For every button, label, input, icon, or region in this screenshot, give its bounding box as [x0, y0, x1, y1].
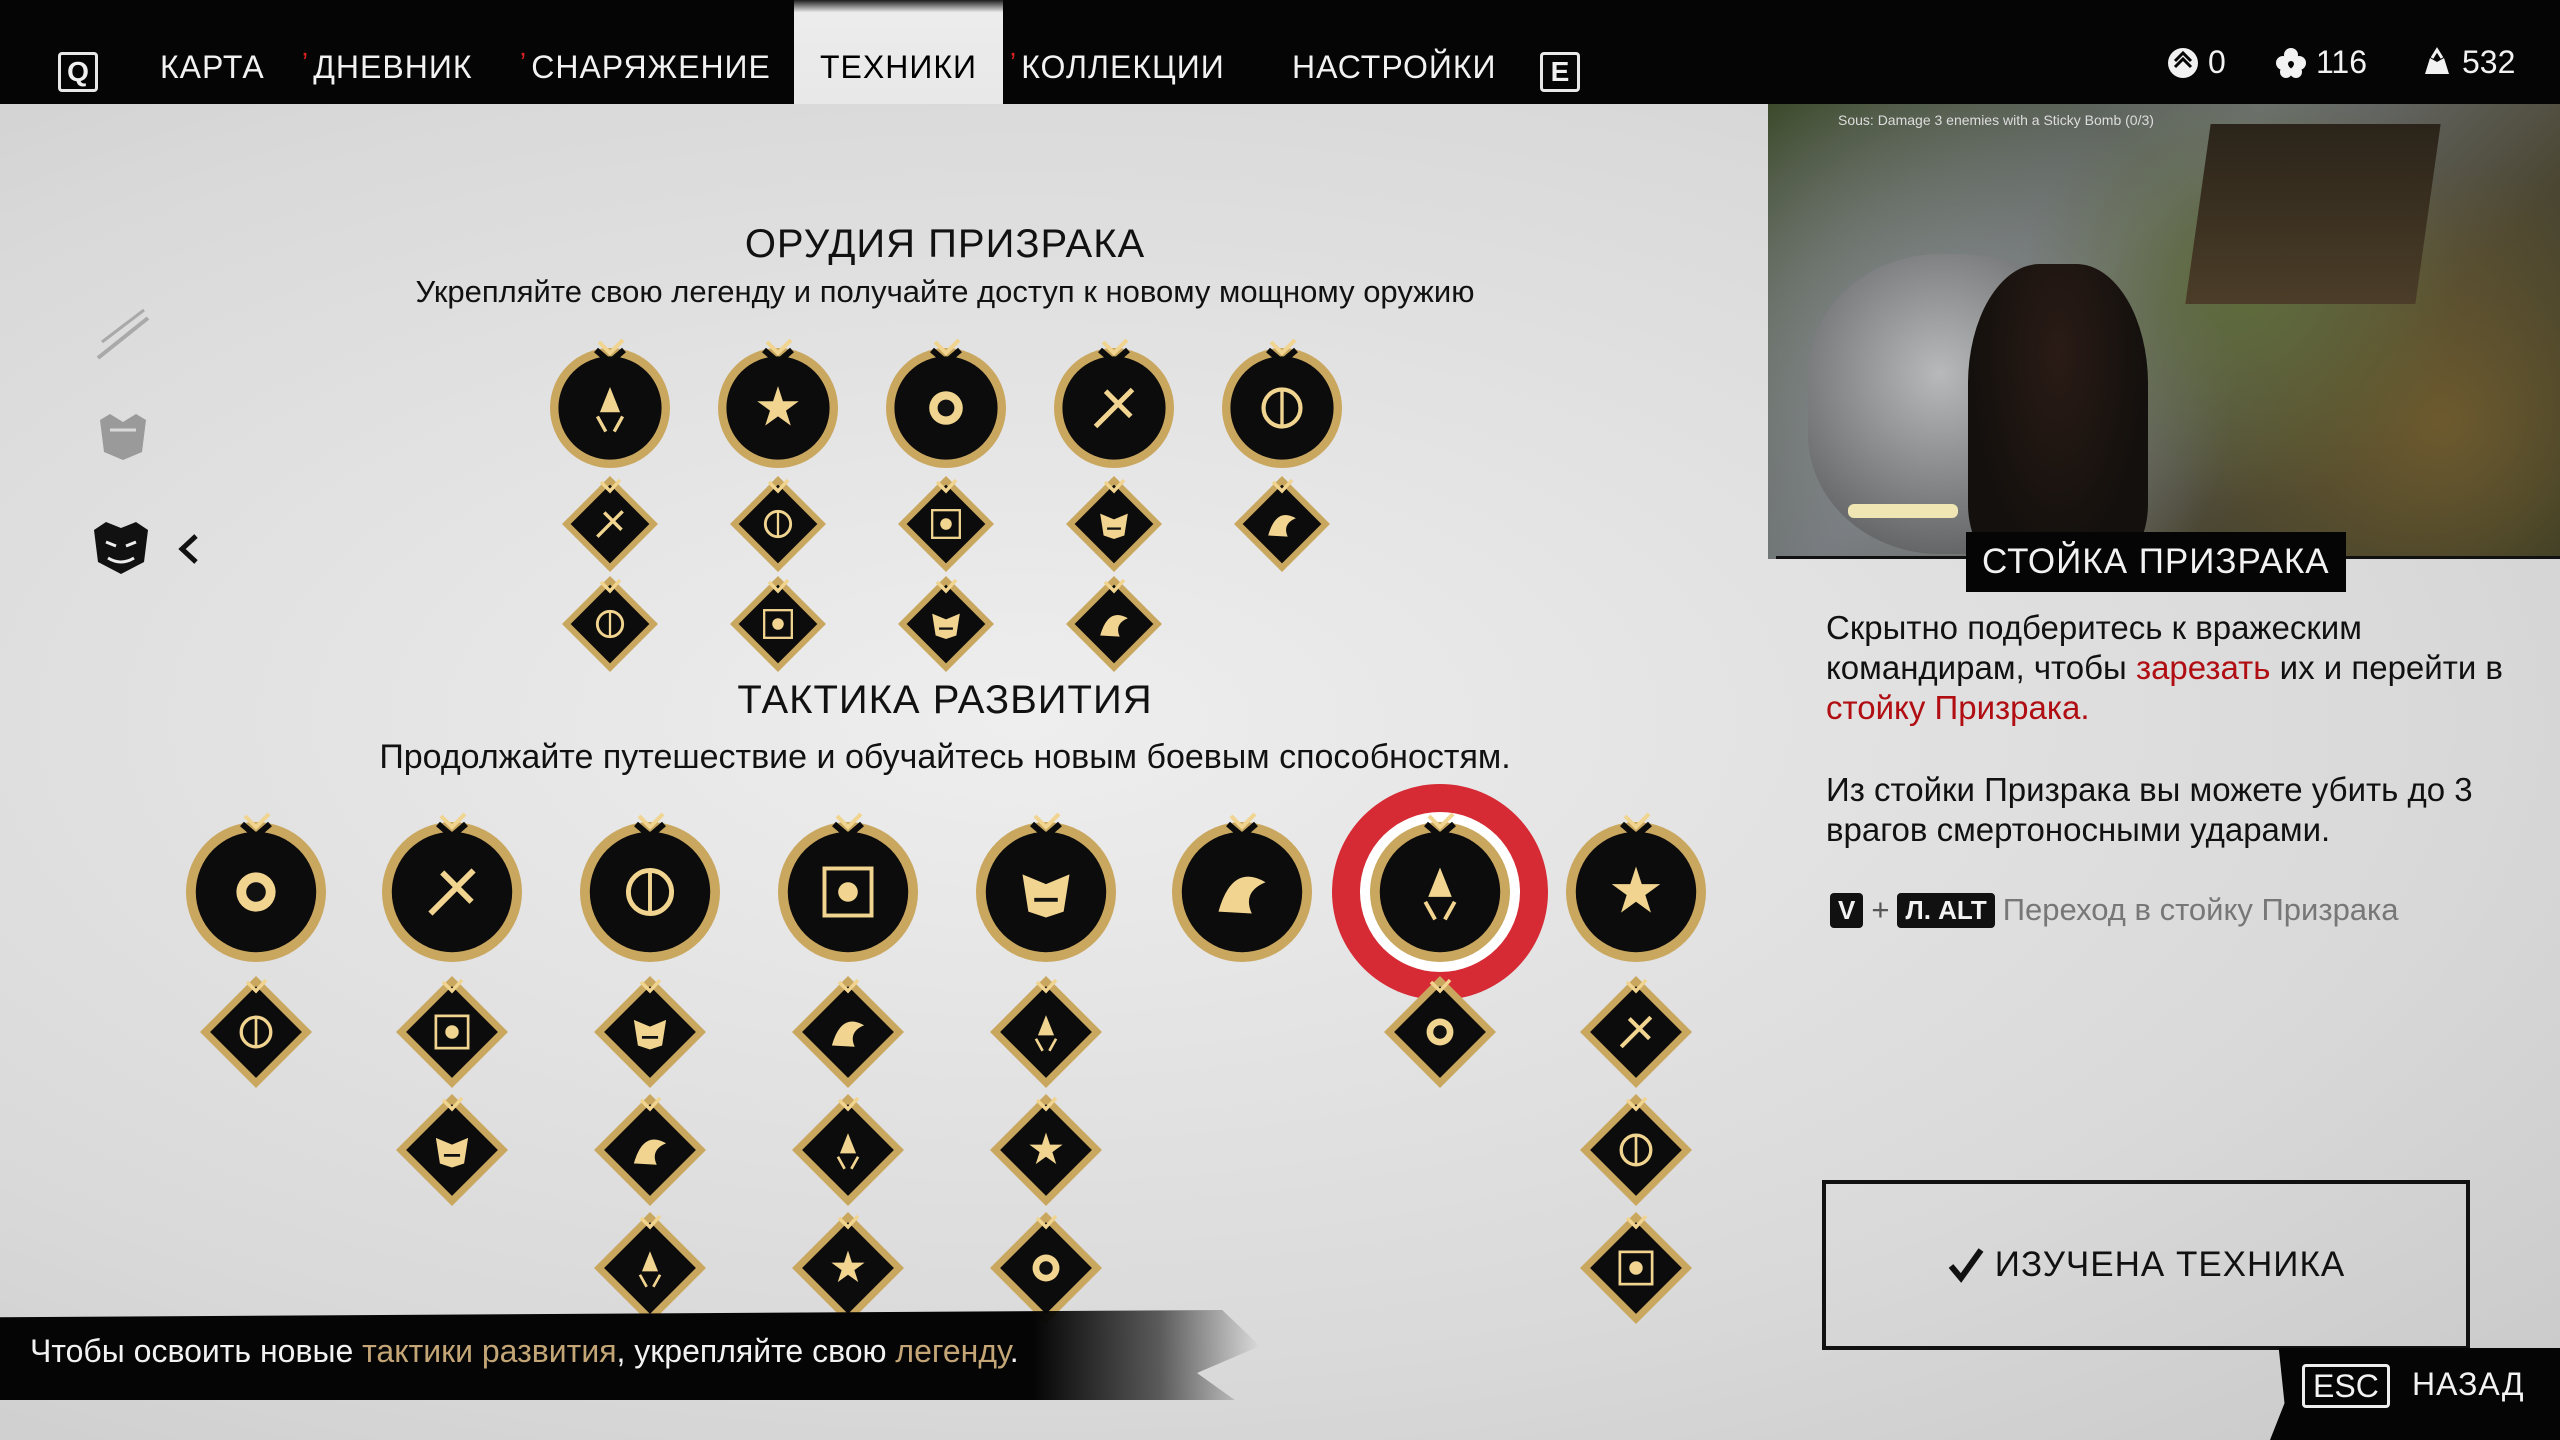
resolve-heal-icon[interactable] — [166, 802, 346, 982]
technique-learned-button[interactable]: ИЗУЧЕНА ТЕХНИКА — [1822, 1180, 2470, 1350]
preview-hut — [2185, 124, 2441, 304]
tab-map[interactable]: КАРТА — [160, 0, 265, 104]
kunai-volley-icon[interactable] — [552, 566, 668, 682]
assassination-icon[interactable] — [758, 802, 938, 982]
learned-label: ИЗУЧЕНА ТЕХНИКА — [1994, 1245, 2346, 1284]
flowers-value: 116 — [2316, 44, 2368, 80]
sonar-icon[interactable] — [980, 966, 1112, 1098]
ghost-stance-upgrade-icon[interactable] — [1374, 966, 1506, 1098]
bow-icon[interactable] — [560, 802, 740, 982]
ghost-tools-title: ОРУДИЯ ПРИЗРАКА — [744, 222, 1146, 266]
sticky-bomb-icon[interactable] — [698, 328, 858, 488]
tab-label: ТЕХНИКИ — [820, 49, 977, 85]
armor-category-icon[interactable] — [88, 400, 158, 470]
black-powder-bomb-icon[interactable] — [1034, 328, 1194, 488]
horse-charge-icon[interactable] — [1570, 1084, 1702, 1216]
desc-text: их и перейти в — [2270, 649, 2503, 686]
new-indicator-icon: ʼ — [1010, 48, 1018, 79]
flower-icon — [2276, 47, 2306, 78]
supplies-value: 532 — [2462, 44, 2516, 80]
horse-mount-icon[interactable] — [1570, 1202, 1702, 1334]
technique-description: Скрытно подберитесь к вражеским командир… — [1826, 608, 2526, 728]
preview-player-figure — [1968, 264, 2148, 559]
double-skull-icon[interactable] — [782, 1084, 914, 1216]
stance-key-hint: V + Л. ALT Переход в стойку Призрака — [1830, 892, 2399, 928]
preview-health-bar — [1848, 504, 1958, 518]
back-button[interactable]: НАЗАД — [2412, 1366, 2525, 1403]
tab-label: КОЛЛЕКЦИИ — [1021, 49, 1225, 85]
smoke-bomb-icon[interactable] — [866, 328, 1026, 488]
powder-bomb-upgrade-icon[interactable] — [1056, 466, 1172, 582]
skill-points-counter: 0 — [2166, 44, 2226, 81]
kunai-upgrade-icon[interactable] — [552, 466, 668, 582]
plus-sign: + — [1871, 892, 1890, 927]
sticky-bomb-upgrade-icon[interactable] — [720, 466, 836, 582]
skill-point-icon — [2168, 47, 2198, 78]
ghost-mask-category-icon[interactable] — [86, 512, 156, 582]
next-tab-key-icon[interactable]: E — [1540, 52, 1580, 92]
listen-ear-icon[interactable] — [956, 802, 1136, 982]
checkmark-icon — [1948, 1248, 1984, 1283]
heal-upgrade-icon[interactable] — [190, 966, 322, 1098]
hint-part: . — [1009, 1333, 1019, 1369]
tab-label: ДНЕВНИК — [313, 49, 473, 85]
tab-label: КАРТА — [160, 49, 265, 85]
tab-label: СНАРЯЖЕНИЕ — [531, 49, 771, 85]
chevron-left-icon — [178, 534, 198, 564]
tab-label: НАСТРОЙКИ — [1292, 49, 1497, 85]
tab-settings[interactable]: НАСТРОЙКИ — [1292, 0, 1497, 104]
supplies-icon — [2425, 46, 2449, 74]
chain-assassination-icon[interactable] — [782, 966, 914, 1098]
tab-journal[interactable]: ʼ ДНЕВНИК — [302, 0, 472, 104]
new-indicator-icon: ʼ — [302, 48, 310, 79]
technique-title: СТОЙКА ПРИЗРАКА — [1966, 532, 2346, 592]
kunai-icon[interactable] — [530, 328, 690, 488]
leap-icon[interactable] — [386, 966, 518, 1098]
hint-part: Чтобы освоить новые — [30, 1333, 363, 1369]
tactics-title: ТАКТИКА РАЗВИТИЯ — [737, 678, 1153, 722]
smoke-bomb-upgrade-icon[interactable] — [888, 466, 1004, 582]
flowers-counter: 116 — [2274, 44, 2367, 81]
esc-key-icon[interactable]: ESC — [2302, 1364, 2390, 1408]
top-nav-bar: Q КАРТА ʼ ДНЕВНИК ʼ СНАРЯЖЕНИЕ ТЕХНИКИ ʼ… — [0, 0, 2560, 104]
tab-collections[interactable]: ʼ КОЛЛЕКЦИИ — [1010, 0, 1225, 104]
hint-highlight: легенду — [895, 1333, 1010, 1369]
horse-upgrade-icon[interactable] — [1570, 966, 1702, 1098]
horse-icon[interactable] — [1546, 802, 1726, 982]
key-v: V — [1830, 892, 1864, 928]
new-indicator-icon: ʼ — [520, 48, 528, 79]
skill-points-value: 0 — [2208, 44, 2226, 80]
sticky-bomb-blast-icon[interactable] — [720, 566, 836, 682]
hint-text: Чтобы освоить новые тактики развития, ук… — [30, 1333, 1019, 1370]
tab-equipment[interactable]: ʼ СНАРЯЖЕНИЕ — [520, 0, 771, 104]
hint-highlight: тактики развития — [362, 1333, 617, 1369]
technique-description-extra: Из стойки Призрака вы можете убить до 3 … — [1826, 771, 2473, 848]
dash-icon[interactable] — [980, 1084, 1112, 1216]
preview-hud-text: Sous: Damage 3 enemies with a Sticky Bom… — [1838, 112, 2154, 128]
ghost-weapon-strike-icon[interactable] — [362, 802, 542, 982]
technique-preview-video: Sous: Damage 3 enemies with a Sticky Bom… — [1768, 104, 2560, 559]
powder-bomb-ring-icon[interactable] — [1056, 566, 1172, 682]
tab-techniques[interactable]: ТЕХНИКИ — [794, 0, 1003, 104]
hint-part: , укрепляйте свою — [616, 1333, 896, 1369]
blade-category-icon[interactable] — [88, 300, 158, 370]
target-icon[interactable] — [584, 966, 716, 1098]
key-left-alt: Л. ALT — [1897, 892, 1995, 928]
ghost-tools-subtitle: Укрепляйте свою легенду и получайте дост… — [415, 274, 1475, 309]
wind-chime-upgrade-icon[interactable] — [1224, 466, 1340, 582]
supplies-counter: 532 — [2420, 44, 2515, 81]
desc-highlight: зарезать — [2135, 649, 2271, 686]
smoke-bomb-cloud-icon[interactable] — [888, 566, 1004, 682]
cycle-icon[interactable] — [584, 1084, 716, 1216]
desc-highlight: стойку Призрака. — [1826, 689, 2090, 726]
prev-tab-key-icon[interactable]: Q — [58, 52, 98, 92]
wind-chime-icon[interactable] — [1202, 328, 1362, 488]
dodge-icon[interactable] — [386, 1084, 518, 1216]
key-action-label: Переход в стойку Призрака — [2002, 892, 2399, 927]
